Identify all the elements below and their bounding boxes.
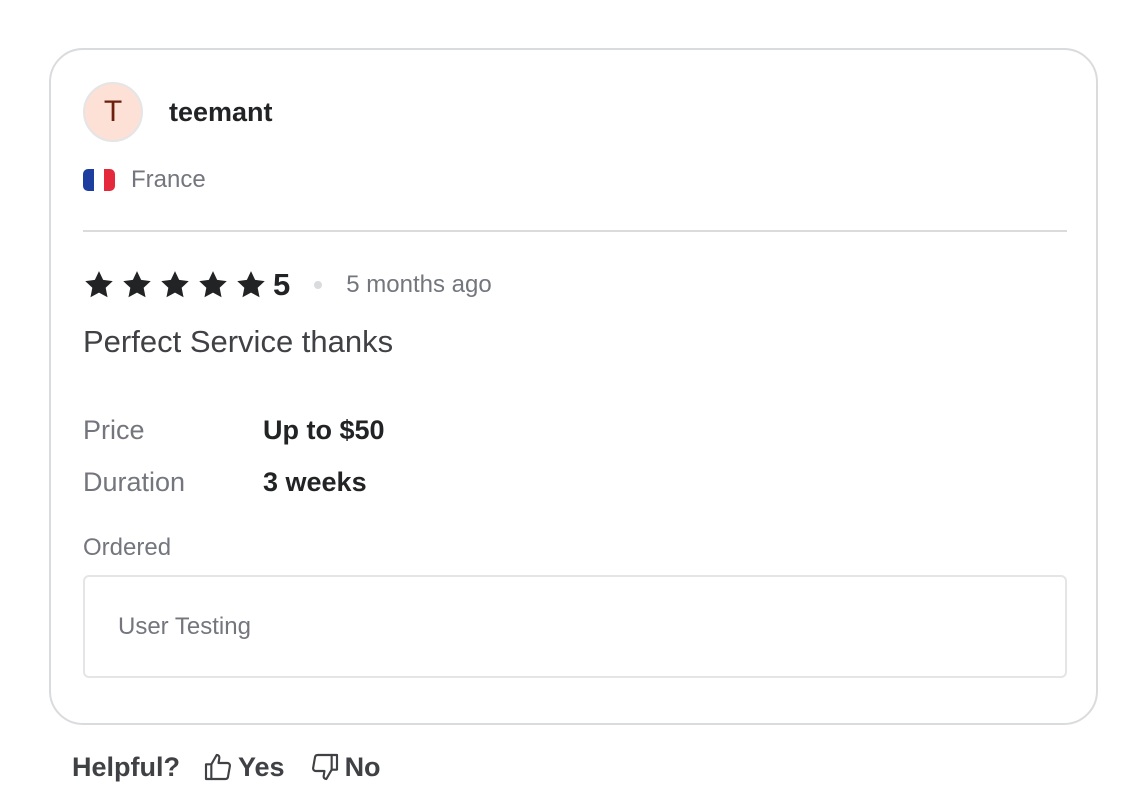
star-icon: [197, 269, 229, 301]
no-label: No: [344, 751, 381, 782]
detail-row-price: Price Up to $50: [83, 404, 385, 456]
helpful-bar: Helpful? Yes No: [72, 748, 381, 786]
ordered-item-name: User Testing: [118, 612, 251, 640]
thumbs-up-icon: [202, 751, 234, 783]
helpful-yes-button[interactable]: Yes: [202, 751, 285, 783]
star-icon: [235, 269, 267, 301]
country-name: France: [131, 166, 206, 193]
yes-label: Yes: [238, 751, 285, 782]
review-text: Perfect Service thanks: [83, 324, 394, 359]
separator-dot: [314, 281, 323, 289]
divider: [83, 230, 1067, 232]
thumbs-down-icon: [309, 751, 341, 783]
star-rating: [83, 269, 273, 301]
star-icon: [159, 269, 191, 301]
detail-value: Up to $50: [263, 414, 385, 445]
reviewer-username[interactable]: teemant: [169, 97, 273, 128]
star-icon: [83, 269, 115, 301]
ordered-item-box[interactable]: User Testing: [83, 575, 1067, 678]
detail-label: Duration: [83, 466, 186, 497]
reviewer-header: T teemant: [83, 82, 273, 142]
detail-row-duration: Duration 3 weeks: [83, 456, 385, 508]
helpful-no-button[interactable]: No: [309, 751, 381, 783]
reviewer-country: France: [83, 166, 206, 194]
detail-label: Price: [83, 414, 145, 445]
detail-value: 3 weeks: [263, 466, 367, 497]
avatar[interactable]: T: [83, 82, 143, 142]
star-icon: [121, 269, 153, 301]
france-flag-icon: [83, 169, 115, 191]
review-time-ago: 5 months ago: [346, 271, 492, 298]
review-details: Price Up to $50 Duration 3 weeks: [83, 404, 385, 508]
review-card: T teemant France 5 5 months ago Perfect …: [49, 48, 1098, 725]
rating-value: 5: [273, 267, 291, 302]
helpful-label: Helpful?: [72, 751, 180, 782]
rating-row: 5 5 months ago: [83, 265, 492, 305]
ordered-label: Ordered: [83, 534, 172, 561]
